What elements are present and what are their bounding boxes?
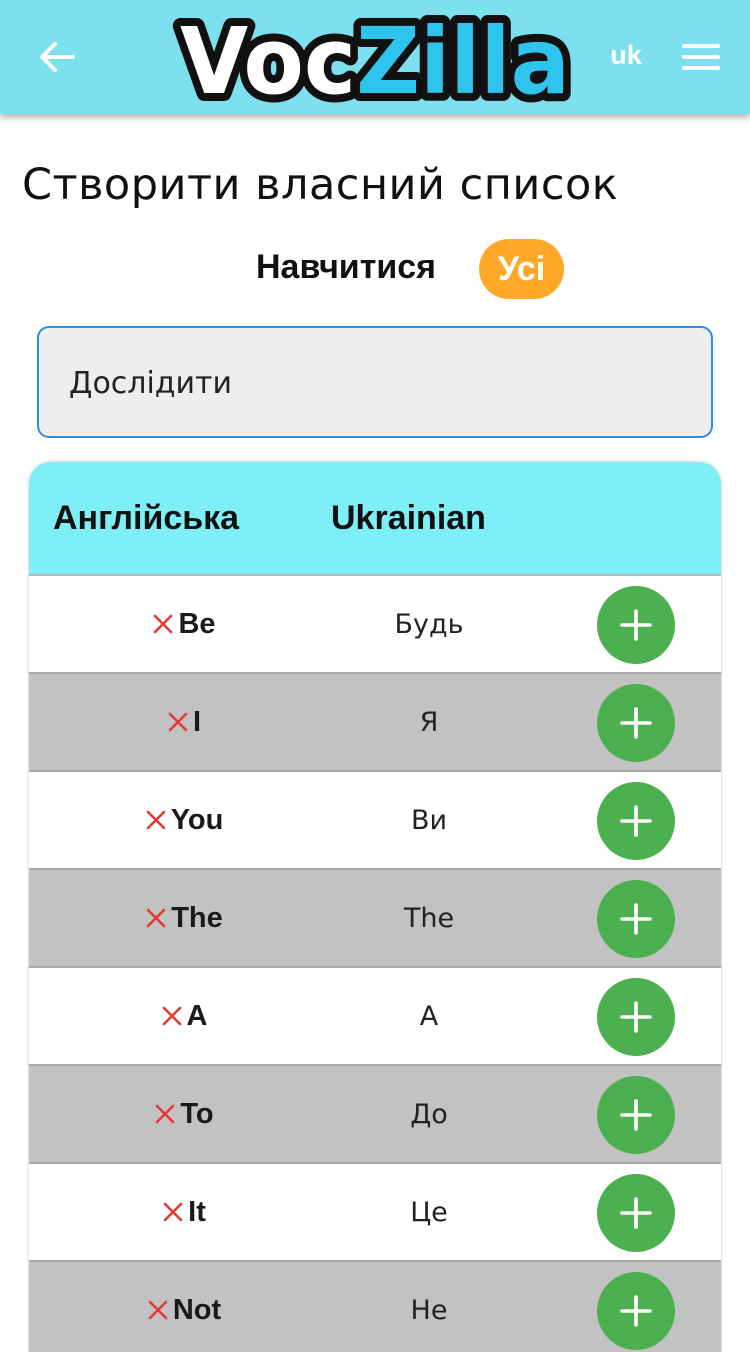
table-row: Be Будь	[29, 576, 721, 674]
learn-filter-row: Навчитися Усі	[0, 236, 750, 300]
add-word-button[interactable]	[597, 586, 675, 664]
table-row: It Це	[29, 1164, 721, 1262]
word-table: Англійська Ukrainian Be Будь I Я You Ви	[29, 462, 721, 1352]
english-word: The	[171, 901, 223, 934]
add-word-button[interactable]	[597, 1076, 675, 1154]
table-header: Англійська Ukrainian	[29, 462, 721, 576]
ukrainian-word: Це	[410, 1196, 448, 1228]
ukrainian-word: Будь	[394, 608, 464, 640]
language-selector[interactable]: uk	[596, 40, 656, 71]
plus-icon	[620, 1001, 652, 1033]
close-x-icon[interactable]	[161, 1005, 183, 1027]
plus-icon	[620, 1197, 652, 1229]
svg-text:VocZilla: VocZilla	[180, 8, 570, 109]
english-cell: You	[29, 772, 339, 868]
column-header-english: Англійська	[53, 499, 240, 537]
english-word: Not	[172, 1293, 222, 1326]
ukrainian-word: Я	[419, 706, 439, 738]
plus-icon	[620, 1099, 652, 1131]
english-cell: A	[29, 968, 339, 1064]
search-input[interactable]	[69, 356, 669, 410]
plus-icon	[620, 707, 652, 739]
english-word: You	[170, 803, 224, 836]
ukrainian-word: A	[419, 1000, 439, 1032]
filter-all-pill[interactable]: Усі	[479, 239, 564, 299]
learn-label: Навчитися	[256, 248, 437, 286]
table-row: Not Не	[29, 1262, 721, 1352]
ukrainian-word: Не	[410, 1294, 448, 1326]
column-header-ukrainian: Ukrainian	[331, 499, 486, 537]
plus-icon	[620, 903, 652, 935]
english-cell: To	[29, 1066, 339, 1162]
english-word: It	[188, 1195, 206, 1228]
search-box	[37, 326, 713, 438]
table-row: You Ви	[29, 772, 721, 870]
table-row: A A	[29, 968, 721, 1066]
add-word-button[interactable]	[597, 880, 675, 958]
ukrainian-word: The	[403, 902, 455, 934]
english-cell: It	[29, 1164, 339, 1260]
english-cell: The	[29, 870, 339, 966]
english-word: To	[180, 1097, 214, 1130]
english-cell: Not	[29, 1262, 339, 1352]
close-x-icon[interactable]	[154, 1103, 176, 1125]
arrow-left-icon	[40, 42, 75, 72]
close-x-icon[interactable]	[162, 1201, 184, 1223]
close-x-icon[interactable]	[147, 1299, 169, 1321]
ukrainian-word: До	[410, 1098, 448, 1130]
hamburger-menu-icon[interactable]	[678, 36, 724, 78]
close-x-icon[interactable]	[167, 711, 189, 733]
page-title: Створити власний список	[22, 160, 619, 210]
table-row: To До	[29, 1066, 721, 1164]
plus-icon	[620, 1295, 652, 1327]
back-button[interactable]	[34, 34, 80, 80]
close-x-icon[interactable]	[145, 907, 167, 929]
add-word-button[interactable]	[597, 782, 675, 860]
english-word: Be	[178, 607, 216, 640]
english-word: A	[186, 999, 208, 1032]
english-word: I	[192, 705, 202, 738]
ukrainian-word: Ви	[410, 804, 448, 836]
plus-icon	[620, 609, 652, 641]
app-header: VocZilla VocZilla uk	[0, 0, 750, 114]
english-cell: I	[29, 674, 339, 770]
plus-icon	[620, 805, 652, 837]
add-word-button[interactable]	[597, 1272, 675, 1350]
add-word-button[interactable]	[597, 1174, 675, 1252]
table-row: I Я	[29, 674, 721, 772]
close-x-icon[interactable]	[152, 613, 174, 635]
add-word-button[interactable]	[597, 684, 675, 762]
close-x-icon[interactable]	[145, 809, 167, 831]
voczilla-logo: VocZilla VocZilla	[168, 5, 582, 109]
table-row: The The	[29, 870, 721, 968]
add-word-button[interactable]	[597, 978, 675, 1056]
english-cell: Be	[29, 576, 339, 672]
